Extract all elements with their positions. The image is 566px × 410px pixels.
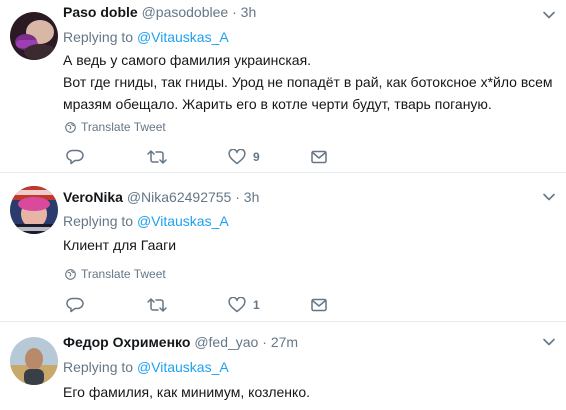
heart-icon (228, 297, 246, 313)
chevron-down-icon[interactable] (542, 8, 556, 22)
translate-tweet-link[interactable]: Translate Tweet (65, 119, 166, 135)
tweet-header: Paso doble @pasodoblee · 3h (63, 2, 256, 22)
reply-icon (66, 297, 84, 313)
globe-icon (65, 268, 76, 280)
timestamp[interactable]: 27m (271, 334, 298, 350)
display-name[interactable]: Федор Охрименко (63, 334, 190, 350)
replying-to: Replying to @Vitauskas_A (63, 211, 229, 231)
replying-to-link[interactable]: @Vitauskas_A (137, 29, 229, 45)
tweet-actions: 9 (66, 148, 327, 166)
replying-to-link[interactable]: @Vitauskas_A (137, 213, 229, 229)
reply-icon (66, 149, 84, 165)
separator: · (235, 189, 240, 205)
tweet-actions: 1 (66, 296, 327, 314)
avatar[interactable] (10, 337, 58, 385)
replying-to-link[interactable]: @Vitauskas_A (137, 359, 229, 375)
chevron-down-icon[interactable] (542, 335, 556, 349)
avatar[interactable] (10, 186, 58, 234)
display-name[interactable]: Paso doble (63, 4, 138, 20)
replying-to-label: Replying to (63, 359, 134, 375)
translate-tweet-link[interactable]: Translate Tweet (65, 266, 166, 282)
like-button[interactable]: 1 (228, 296, 260, 314)
tweet-text: Клиент для Гааги (63, 234, 558, 256)
heart-icon (228, 149, 246, 165)
like-count: 9 (253, 150, 260, 164)
tweet-text-line: Клиент для Гааги (63, 237, 177, 253)
timestamp[interactable]: 3h (244, 189, 260, 205)
retweet-icon (147, 298, 167, 312)
user-handle[interactable]: @Nika62492755 (127, 189, 232, 205)
tweet-fedor[interactable]: Федор Охрименко @fed_yao · 27m Replying … (0, 323, 566, 410)
chevron-down-icon[interactable] (542, 190, 556, 204)
like-button[interactable]: 9 (228, 148, 260, 166)
retweet-icon (147, 150, 167, 164)
replying-to-label: Replying to (63, 29, 134, 45)
separator: · (232, 4, 237, 20)
separator: · (262, 334, 267, 350)
display-name[interactable]: VeroNika (63, 189, 123, 205)
translate-label: Translate Tweet (81, 267, 166, 281)
user-handle[interactable]: @fed_yao (194, 334, 258, 350)
timestamp[interactable]: 3h (241, 4, 257, 20)
tweet-text: А ведь у самого фамилия украинская. Вот … (63, 49, 558, 115)
tweet-header: Федор Охрименко @fed_yao · 27m (63, 332, 298, 352)
tweet-veronika[interactable]: VeroNika @Nika62492755 · 3h Replying to … (0, 174, 566, 322)
replying-to-label: Replying to (63, 213, 134, 229)
tweet-text-line: Вот где гниды, так гниды. Урод не попадё… (63, 74, 553, 90)
tweet-text-line: А ведь у самого фамилия украинская. (63, 52, 312, 68)
avatar[interactable] (10, 12, 58, 60)
direct-message-button[interactable] (311, 148, 327, 166)
replying-to: Replying to @Vitauskas_A (63, 357, 229, 377)
user-handle[interactable]: @pasodoblee (142, 4, 229, 20)
tweet-pasodoble[interactable]: Paso doble @pasodoblee · 3h Replying to … (0, 0, 566, 173)
tweet-text: Его фамилия, как минимум, козленко. (63, 381, 558, 403)
tweet-header: VeroNika @Nika62492755 · 3h (63, 187, 259, 207)
message-icon (311, 298, 327, 312)
globe-icon (65, 121, 76, 133)
translate-label: Translate Tweet (81, 120, 166, 134)
reply-button[interactable] (66, 148, 84, 166)
retweet-button[interactable] (147, 148, 167, 166)
like-count: 1 (253, 298, 260, 312)
replying-to: Replying to @Vitauskas_A (63, 27, 229, 47)
tweet-text-line: Его фамилия, как минимум, козленко. (63, 384, 310, 400)
retweet-button[interactable] (147, 296, 167, 314)
reply-button[interactable] (66, 296, 84, 314)
direct-message-button[interactable] (311, 296, 327, 314)
tweet-text-line: мразям обещало. Жарить его в котле черти… (63, 96, 492, 112)
message-icon (311, 150, 327, 164)
